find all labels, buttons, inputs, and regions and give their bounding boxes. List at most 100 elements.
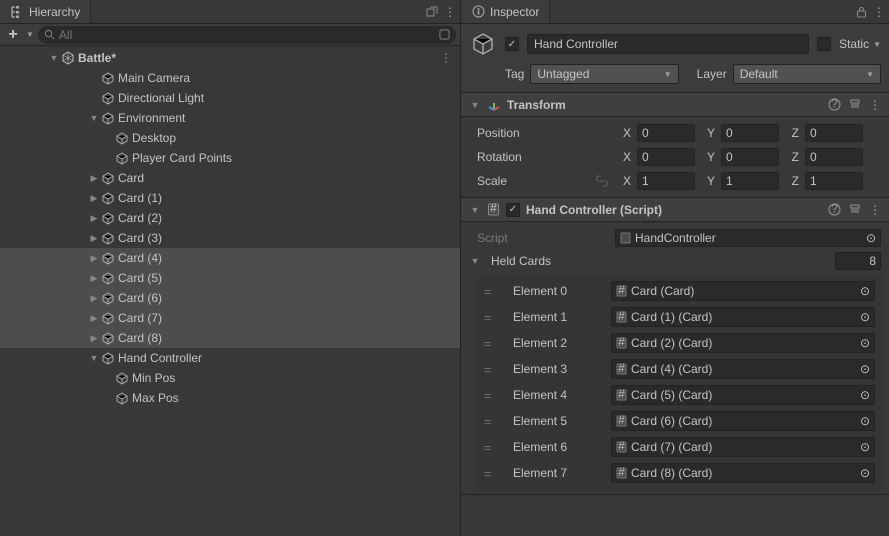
z-input[interactable] xyxy=(805,124,863,142)
hierarchy-item[interactable]: Max Pos xyxy=(0,388,460,408)
fold-icon[interactable]: ▼ xyxy=(88,353,100,363)
object-picker-icon[interactable]: ⊙ xyxy=(860,310,870,324)
drag-handle-icon[interactable]: = xyxy=(481,466,495,481)
gameobject-name-input[interactable] xyxy=(527,34,809,54)
help-icon[interactable]: ? xyxy=(828,203,841,217)
fold-icon[interactable]: ▶ xyxy=(88,253,100,264)
fold-icon[interactable]: ▶ xyxy=(88,233,100,244)
object-picker-icon[interactable]: ⊙ xyxy=(860,388,870,402)
component-menu-icon[interactable]: ⋮ xyxy=(869,98,881,112)
add-dropdown-icon[interactable]: ▼ xyxy=(26,30,34,39)
object-reference-field[interactable]: #Card (6) (Card)⊙ xyxy=(611,411,875,431)
search-input[interactable] xyxy=(59,28,435,42)
y-input[interactable] xyxy=(721,172,779,190)
hierarchy-item[interactable]: Min Pos xyxy=(0,368,460,388)
panel-menu-icon[interactable]: ⋮ xyxy=(444,5,456,19)
preset-icon[interactable] xyxy=(849,203,861,217)
hierarchy-item[interactable]: Player Card Points xyxy=(0,148,460,168)
hierarchy-item[interactable]: ▶Card (1) xyxy=(0,188,460,208)
hierarchy-item[interactable]: ▶Card (2) xyxy=(0,208,460,228)
hierarchy-item[interactable]: ▶Card (4) xyxy=(0,248,460,268)
fold-icon[interactable]: ▶ xyxy=(88,213,100,224)
z-input[interactable] xyxy=(805,148,863,166)
hierarchy-item[interactable]: Desktop xyxy=(0,128,460,148)
fold-icon[interactable]: ▼ xyxy=(469,256,481,266)
held-cards-row[interactable]: ▼ Held Cards xyxy=(469,250,881,272)
fold-icon[interactable]: ▶ xyxy=(88,333,100,344)
drag-handle-icon[interactable]: = xyxy=(481,414,495,429)
object-picker-icon[interactable]: ⊙ xyxy=(866,231,876,245)
hierarchy-item[interactable]: ▶Card (8) xyxy=(0,328,460,348)
drag-handle-icon[interactable]: = xyxy=(481,440,495,455)
component-menu-icon[interactable]: ⋮ xyxy=(869,203,881,217)
object-reference-field[interactable]: #Card (4) (Card)⊙ xyxy=(611,359,875,379)
enabled-checkbox[interactable]: ✓ xyxy=(505,37,519,51)
object-reference-field[interactable]: #Card (5) (Card)⊙ xyxy=(611,385,875,405)
drag-handle-icon[interactable]: = xyxy=(481,336,495,351)
fold-icon[interactable]: ▶ xyxy=(88,313,100,324)
x-input[interactable] xyxy=(637,124,695,142)
object-reference-field[interactable]: #Card (1) (Card)⊙ xyxy=(611,307,875,327)
tab-inspector[interactable]: Inspector xyxy=(461,0,550,23)
object-picker-icon[interactable]: ⊙ xyxy=(860,284,870,298)
x-input[interactable] xyxy=(637,148,695,166)
gameobject-icon[interactable] xyxy=(469,30,497,58)
array-size-input[interactable] xyxy=(835,252,881,270)
object-picker-icon[interactable]: ⊙ xyxy=(860,414,870,428)
fold-icon[interactable]: ▼ xyxy=(88,113,100,123)
constrain-icon[interactable] xyxy=(595,175,609,187)
help-icon[interactable]: ? xyxy=(828,98,841,112)
object-reference-field[interactable]: #Card (7) (Card)⊙ xyxy=(611,437,875,457)
scene-menu-icon[interactable]: ⋮ xyxy=(440,51,452,65)
y-input[interactable] xyxy=(721,148,779,166)
add-button[interactable]: + xyxy=(4,26,22,44)
fold-icon[interactable]: ▶ xyxy=(88,293,100,304)
hierarchy-item[interactable]: Main Camera xyxy=(0,68,460,88)
hierarchy-item[interactable]: ▶Card (5) xyxy=(0,268,460,288)
y-input[interactable] xyxy=(721,124,779,142)
tab-hierarchy[interactable]: Hierarchy xyxy=(0,0,91,23)
drag-handle-icon[interactable]: = xyxy=(481,388,495,403)
hierarchy-item[interactable]: ▶Card xyxy=(0,168,460,188)
hierarchy-item[interactable]: ▶Card (7) xyxy=(0,308,460,328)
object-picker-icon[interactable]: ⊙ xyxy=(860,466,870,480)
static-label[interactable]: Static▼ xyxy=(839,37,881,51)
fold-icon[interactable]: ▼ xyxy=(469,100,481,110)
fold-icon[interactable]: ▶ xyxy=(88,193,100,204)
drag-handle-icon[interactable]: = xyxy=(481,284,495,299)
fold-icon[interactable]: ▼ xyxy=(469,205,481,215)
popout-icon[interactable] xyxy=(426,6,438,18)
layer-dropdown[interactable]: Default▼ xyxy=(733,64,881,84)
object-picker-icon[interactable]: ⊙ xyxy=(860,440,870,454)
search-type-icon[interactable] xyxy=(439,29,450,40)
search-input-wrap[interactable] xyxy=(38,26,456,44)
script-enabled-checkbox[interactable]: ✓ xyxy=(506,203,520,217)
lock-icon[interactable] xyxy=(856,6,867,18)
script-object-field[interactable]: HandController ⊙ xyxy=(615,229,881,247)
fold-icon[interactable]: ▼ xyxy=(48,53,60,63)
panel-menu-icon[interactable]: ⋮ xyxy=(873,5,885,19)
object-picker-icon[interactable]: ⊙ xyxy=(860,362,870,376)
object-reference-field[interactable]: #Card (Card)⊙ xyxy=(611,281,875,301)
fold-icon[interactable]: ▶ xyxy=(88,273,100,284)
z-input[interactable] xyxy=(805,172,863,190)
script-header[interactable]: ▼ # ✓ Hand Controller (Script) ? ⋮ xyxy=(461,198,889,222)
transform-header[interactable]: ▼ Transform ? ⋮ xyxy=(461,93,889,117)
x-input[interactable] xyxy=(637,172,695,190)
scene-row[interactable]: ▼ Battle* ⋮ xyxy=(0,48,460,68)
drag-handle-icon[interactable]: = xyxy=(481,310,495,325)
drag-handle-icon[interactable]: = xyxy=(481,362,495,377)
hierarchy-item[interactable]: ▶Card (3) xyxy=(0,228,460,248)
script-asset-icon: # xyxy=(616,467,627,479)
hierarchy-item[interactable]: Directional Light xyxy=(0,88,460,108)
hierarchy-item[interactable]: ▼Hand Controller xyxy=(0,348,460,368)
object-reference-field[interactable]: #Card (8) (Card)⊙ xyxy=(611,463,875,483)
fold-icon[interactable]: ▶ xyxy=(88,173,100,184)
preset-icon[interactable] xyxy=(849,98,861,112)
hierarchy-item[interactable]: ▼Environment xyxy=(0,108,460,128)
static-checkbox[interactable] xyxy=(817,37,831,51)
object-reference-field[interactable]: #Card (2) (Card)⊙ xyxy=(611,333,875,353)
hierarchy-item[interactable]: ▶Card (6) xyxy=(0,288,460,308)
tag-dropdown[interactable]: Untagged▼ xyxy=(530,64,678,84)
object-picker-icon[interactable]: ⊙ xyxy=(860,336,870,350)
